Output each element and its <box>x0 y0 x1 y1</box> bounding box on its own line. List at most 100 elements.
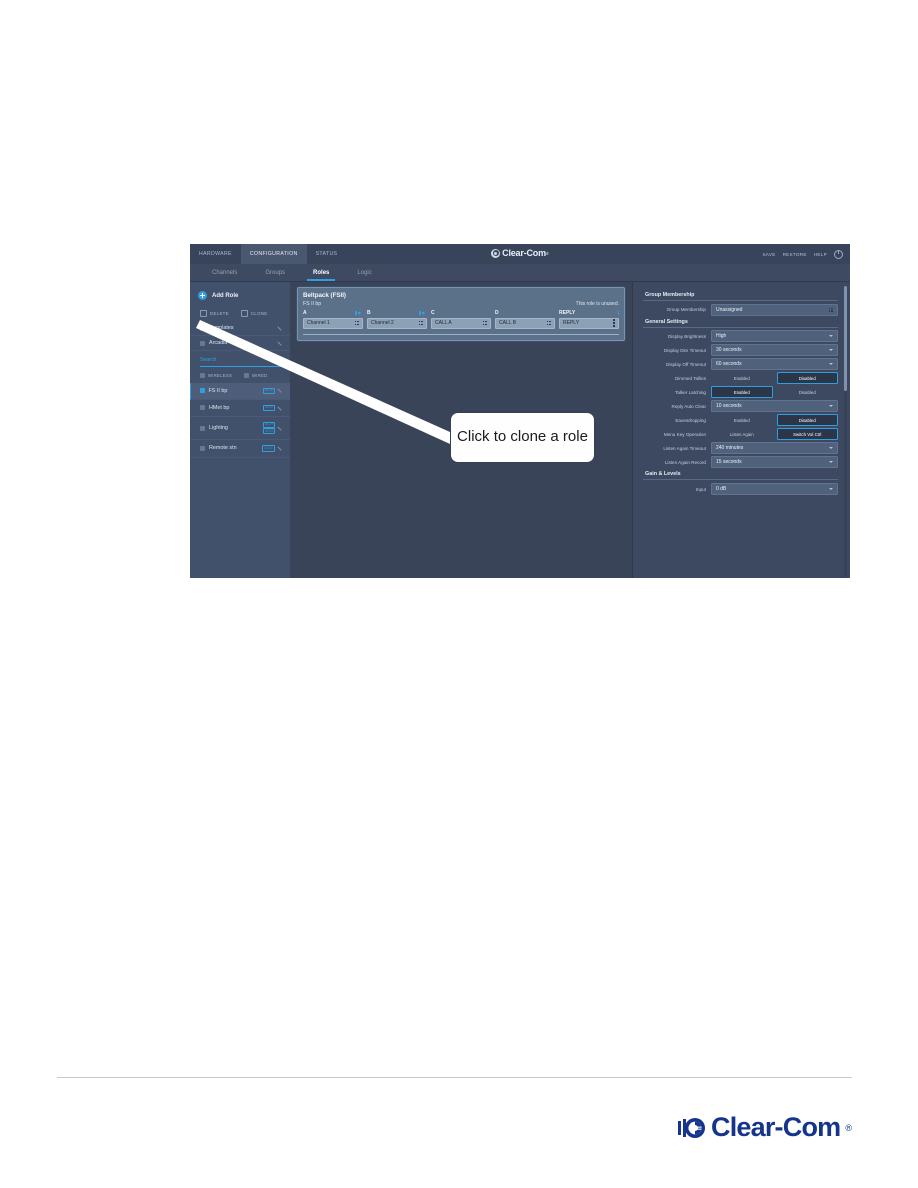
device-badge: 4CH <box>262 404 275 411</box>
edit-pencil-icon[interactable] <box>278 388 284 394</box>
talker-latching-toggle: Enabled Disabled <box>711 386 839 399</box>
role-item-remote-stn[interactable]: Remote stn CCC <box>190 440 290 458</box>
edit-pencil-icon[interactable] <box>278 340 284 346</box>
setting-value: Unassigned <box>716 306 743 313</box>
setting-label: Eavesdropping <box>675 417 706 423</box>
edit-pencil-icon[interactable] <box>278 425 284 431</box>
chevron-down-icon <box>829 363 833 366</box>
application-screenshot: HARDWARE CONFIGURATION STATUS Clear-Com … <box>190 244 850 578</box>
level-bar-icon <box>419 311 421 315</box>
templates-label: Templates <box>209 325 234 331</box>
drag-handle-icon[interactable] <box>354 320 359 326</box>
tab-configuration-label: CONFIGURATION <box>249 251 298 257</box>
app-header: HARDWARE CONFIGURATION STATUS Clear-Com … <box>190 244 850 264</box>
eavesdropping-enabled[interactable]: Enabled <box>711 414 773 426</box>
power-icon[interactable] <box>834 249 843 259</box>
talker-latching-enabled[interactable]: Enabled <box>711 386 773 399</box>
tab-roles[interactable]: Roles <box>299 264 343 281</box>
display-dim-timeout-select[interactable]: 30 seconds <box>711 344 838 357</box>
listen-again-record-select[interactable]: 15 seconds <box>711 456 838 469</box>
delete-button[interactable]: DELETE <box>200 310 229 317</box>
edit-pencil-icon[interactable] <box>278 445 284 451</box>
add-role-button[interactable]: Add Role <box>190 288 290 306</box>
key-column-d: D CALL B <box>495 310 555 329</box>
drag-handle-icon[interactable] <box>613 319 615 327</box>
save-button[interactable]: SAVE <box>762 252 775 257</box>
clone-button[interactable]: CLONE <box>240 310 268 317</box>
checkbox-icon[interactable] <box>200 445 205 451</box>
device-badge-top: 4CH <box>263 421 275 428</box>
menu-key-switch-vol-ctrl[interactable]: Switch Vol Ctrl <box>776 428 838 441</box>
setting-label: Listen Again Record <box>664 459 706 465</box>
sidebar-group-templates[interactable]: Templates <box>190 321 290 336</box>
key-field-d[interactable]: CALL B <box>495 317 555 329</box>
restore-button[interactable]: RESTORE <box>783 252 807 257</box>
menu-key-listen-again[interactable]: Listen Again <box>711 428 773 440</box>
filter-wireless[interactable]: WIRELESS <box>200 372 232 378</box>
key-head-c: C <box>431 310 491 316</box>
display-brightness-select[interactable]: High <box>711 330 838 343</box>
reply-auto-clear-select[interactable]: 10 seconds <box>711 400 838 413</box>
section-divider <box>643 479 838 481</box>
tab-status[interactable]: STATUS <box>307 244 347 264</box>
drag-handle-icon[interactable] <box>482 320 487 326</box>
edit-pencil-icon[interactable] <box>278 325 284 331</box>
tab-groups[interactable]: Groups <box>251 264 299 281</box>
key-field-a[interactable]: Channel 1 <box>303 317 363 329</box>
setting-label: Listen Again Timeout <box>663 445 706 451</box>
dimmed-tallies-disabled[interactable]: Disabled <box>776 372 838 385</box>
drag-handle-icon[interactable] <box>418 320 423 326</box>
role-item-hmet-bp[interactable]: HMet bp 4CH <box>190 400 290 417</box>
key-head-d: D <box>495 310 555 316</box>
search-input[interactable]: Search <box>200 356 282 367</box>
listen-again-timeout-select[interactable]: 240 minutes <box>711 442 838 455</box>
checkbox-icon[interactable] <box>200 372 205 378</box>
key-field-b[interactable]: Channel 2 <box>367 317 427 329</box>
eavesdropping-disabled[interactable]: Disabled <box>776 414 838 427</box>
tab-logic[interactable]: Logic <box>343 264 385 281</box>
filter-wired[interactable]: WIRED <box>244 372 267 378</box>
scrollbar-thumb[interactable] <box>844 286 847 391</box>
key-letter-b: B <box>367 310 371 316</box>
checkbox-icon[interactable] <box>244 372 250 378</box>
drag-handle-icon[interactable] <box>546 320 551 326</box>
setting-label: Menu Key Operation <box>663 431 706 437</box>
checkbox-icon[interactable] <box>199 388 205 394</box>
beltpack-card[interactable]: Beltpack (FSII) FS II bp This role is un… <box>297 287 625 342</box>
search-icon[interactable] <box>274 356 282 364</box>
tab-roles-label: Roles <box>313 269 330 276</box>
key-icons-b <box>419 311 427 315</box>
tab-configuration[interactable]: CONFIGURATION <box>240 244 307 264</box>
checkbox-icon[interactable] <box>200 340 205 346</box>
key-letter-reply: REPLY <box>559 310 576 316</box>
tab-hardware[interactable]: HARDWARE <box>190 244 241 264</box>
role-editor-panel: Beltpack (FSII) FS II bp This role is un… <box>196 282 632 578</box>
level-bar-icon <box>355 311 357 315</box>
speaker-icon <box>422 311 427 315</box>
role-item-lighting[interactable]: Lighting 4CH 4CH <box>190 417 290 441</box>
tab-channels[interactable]: Channels <box>198 264 251 281</box>
dimmed-tallies-enabled[interactable]: Enabled <box>711 372 773 384</box>
footer-divider <box>57 1077 852 1078</box>
checkbox-icon[interactable] <box>200 325 205 331</box>
setting-value: 15 seconds <box>716 459 742 466</box>
picker-icon[interactable] <box>828 307 833 312</box>
key-field-reply[interactable]: REPLY <box>559 317 619 329</box>
key-letter-d: D <box>495 310 499 316</box>
role-left: FS II bp <box>199 388 227 394</box>
checkbox-icon[interactable] <box>200 425 205 431</box>
sidebar-group-arcadia[interactable]: Arcadia <box>190 336 290 351</box>
input-gain-select[interactable]: 0 dB <box>711 483 838 496</box>
group-membership-field[interactable]: Unassigned <box>711 303 838 316</box>
key-field-c[interactable]: CALL A <box>431 317 491 329</box>
role-item-fsii-bp[interactable]: FS II bp 4CH <box>190 382 290 400</box>
role-settings-panel: Group Membership Group Membership Unassi… <box>632 282 850 578</box>
setting-value: 30 seconds <box>716 347 742 354</box>
help-button[interactable]: HELP <box>814 252 827 257</box>
key-head-reply: REPLY <box>559 310 619 316</box>
talker-latching-disabled[interactable]: Disabled <box>777 386 839 398</box>
device-badge: CCC <box>262 445 275 452</box>
checkbox-icon[interactable] <box>200 405 205 411</box>
display-off-timeout-select[interactable]: 60 seconds <box>711 358 838 371</box>
edit-pencil-icon[interactable] <box>278 405 284 411</box>
